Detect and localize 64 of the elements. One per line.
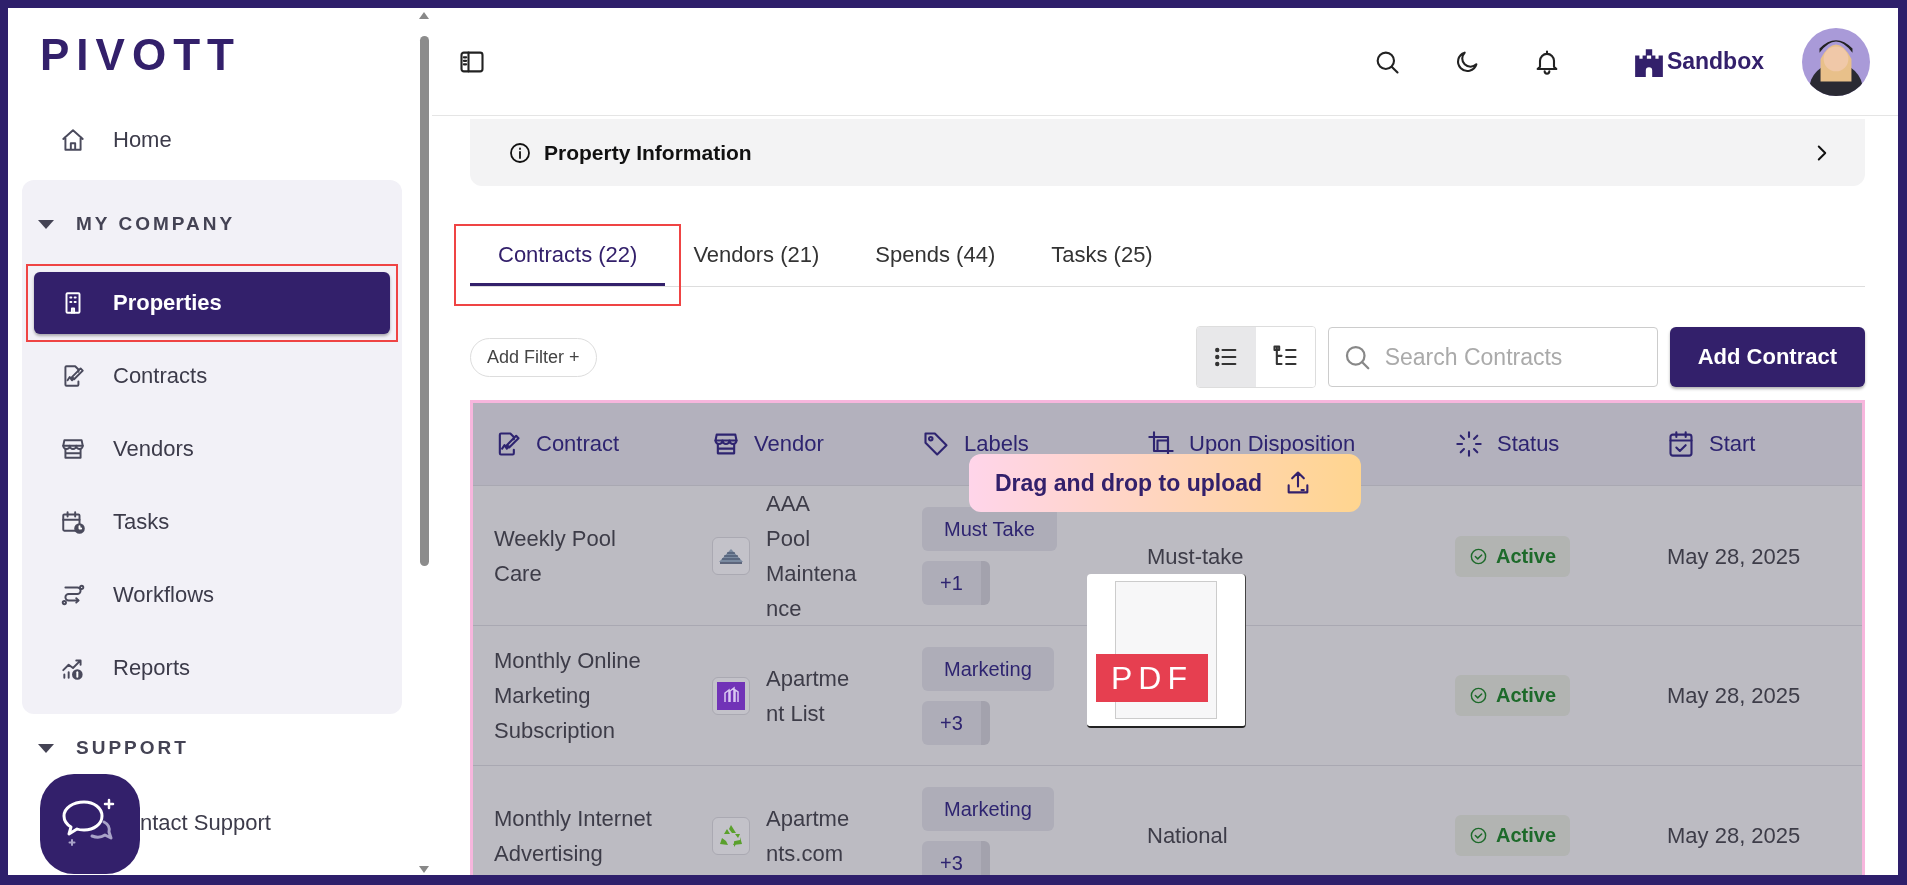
pdf-file-icon: PDF [1087, 574, 1246, 728]
column-header[interactable]: Contract [536, 431, 620, 457]
nav-item[interactable]: Vendors [34, 418, 390, 480]
check-circle-icon [1469, 826, 1488, 845]
calendar-clock-icon [60, 509, 86, 535]
table-cell-text: Apartments.com [766, 804, 851, 868]
castle-icon [1632, 46, 1665, 77]
table-cell-text: May 28, 2025 [1667, 682, 1802, 710]
nav-item[interactable]: Home [34, 109, 416, 171]
view-toggle[interactable] [1196, 327, 1256, 387]
label-tag: Marketing [922, 646, 1054, 691]
table-cell-text: Weekly Pool Care [494, 525, 617, 588]
label-tag: Marketing [922, 786, 1054, 831]
check-circle-icon [1469, 546, 1488, 566]
nav-item[interactable]: Contracts [34, 345, 390, 407]
info-icon [508, 140, 532, 165]
status-badge: Active [1455, 815, 1571, 856]
tab[interactable]: Vendors (21) [665, 226, 848, 286]
add-contract-button[interactable]: Add Contract [1669, 327, 1865, 387]
section-title: MY COMPANY [76, 213, 236, 235]
column-header[interactable]: Start [1709, 431, 1756, 457]
building-logo-icon [717, 681, 745, 710]
tab[interactable]: Spends (44) [847, 226, 1024, 286]
panel-title: Property Information [544, 140, 752, 165]
nav-item[interactable]: ntact Support [34, 800, 390, 846]
status-badge: Active [1455, 675, 1571, 716]
workflow-icon [60, 582, 86, 608]
status-badge: Active [1455, 535, 1571, 577]
table-cell-text: Apartment List [766, 664, 851, 728]
workspace-logo[interactable]: Sandbox [1632, 46, 1764, 77]
table-cell-text: May 28, 2025 [1667, 822, 1802, 850]
tag-icon [922, 430, 950, 458]
nav-item[interactable]: Tasks [34, 491, 390, 553]
tab[interactable]: Tasks (25) [1023, 226, 1181, 286]
nav-item[interactable]: Properties [34, 272, 390, 334]
home-icon [60, 127, 86, 153]
column-header[interactable]: Status [1497, 431, 1560, 457]
label-tag[interactable]: +3 [922, 840, 990, 875]
label-tag[interactable]: +3 [922, 700, 990, 745]
caret-icon[interactable] [38, 743, 54, 753]
table-cell-text: May 28, 2025 [1667, 542, 1802, 571]
check-circle-icon [1469, 686, 1488, 705]
section-title: SUPPORT [76, 737, 189, 759]
label-tag[interactable]: +1 [922, 561, 990, 605]
table-cell-text: Monthly Internet Advertising [494, 804, 653, 868]
table-cell-text: Monthly Online Marketing Subscription [494, 647, 642, 745]
logo[interactable]: PIVOTT [40, 30, 241, 80]
table-cell: National [1147, 823, 1228, 848]
calendar-check-icon [1667, 430, 1695, 458]
property-information-panel[interactable]: Property Information [470, 119, 1865, 186]
tab[interactable]: Contracts (22) [470, 226, 666, 286]
storefront-icon [60, 436, 86, 462]
caret-icon[interactable] [38, 219, 54, 229]
nav-item[interactable]: Workflows [34, 564, 390, 626]
toast-message: Drag and drop to upload [995, 469, 1263, 497]
table-cell: Must-take [1147, 543, 1244, 569]
loader-icon [1455, 430, 1483, 458]
table-cell-text: AAA Pool Maintenance [766, 490, 858, 623]
column-header[interactable]: Vendor [754, 431, 824, 457]
search-field[interactable]: Search Contracts [1327, 327, 1658, 387]
label-tag: Must Take [922, 507, 1057, 551]
column-header[interactable]: Upon Disposition [1189, 431, 1356, 457]
nav-item[interactable]: Reports [34, 637, 390, 699]
column-header[interactable]: Labels [964, 431, 1029, 457]
